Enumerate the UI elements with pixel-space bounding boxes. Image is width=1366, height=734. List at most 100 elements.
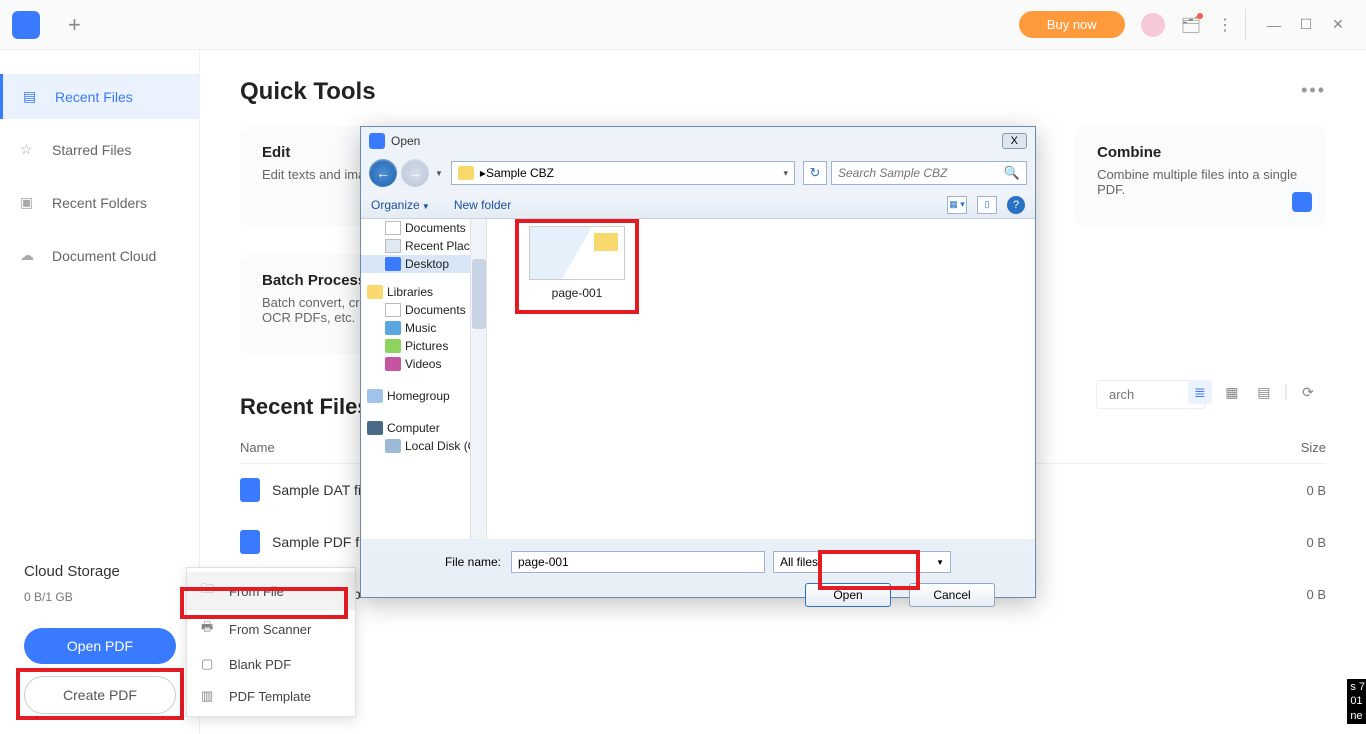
menu-item-label: Blank PDF [229,657,291,672]
cloud-storage-block: Cloud Storage 0 B/1 GB [0,563,199,604]
open-pdf-button[interactable]: Open PDF [24,628,176,664]
card-combine[interactable]: Combine Combine multiple files into a si… [1075,126,1326,226]
desktop-icon [385,257,401,271]
dialog-body: Documents Recent Places Desktop Librarie… [361,219,1035,539]
list-view-icon[interactable]: ≣ [1188,380,1212,404]
corner-debug-text: s 7 01 ne [1347,679,1366,724]
spacer [361,373,486,387]
menu-item-from-scanner[interactable]: 🖶From Scanner [187,610,355,648]
file-size: 0 B [1246,483,1326,498]
refresh-icon[interactable]: ⟳ [1296,380,1320,404]
create-pdf-button[interactable]: Create PDF [24,676,176,714]
dialog-button-row: Open Cancel [381,583,1015,607]
scroll-thumb[interactable] [472,259,486,329]
help-icon[interactable]: ? [1007,196,1025,214]
close-button[interactable]: ✕ [1322,9,1354,41]
tree-item-documents[interactable]: Documents [361,219,486,237]
computer-icon [367,421,383,435]
refresh-button[interactable]: ↻ [803,161,827,185]
nav-history-dropdown[interactable]: ▼ [435,169,443,178]
calendar-view-icon[interactable]: ▤ [1252,380,1276,404]
tree-item-recent-places[interactable]: Recent Places [361,237,486,255]
nav-back-button[interactable]: ← [369,159,397,187]
star-icon: ☆ [20,141,40,158]
menu-item-blank-pdf[interactable]: ▢ Blank PDF [187,648,355,680]
more-dots-icon[interactable]: ••• [1301,80,1326,101]
new-tab-button[interactable]: + [68,12,81,38]
grid-view-icon[interactable]: ▦ [1220,380,1244,404]
file-name-label: File name: [431,555,501,569]
cloud-storage-usage: 0 B/1 GB [24,590,175,604]
documents-icon [385,221,401,235]
preview-pane-button[interactable]: ▯ [977,196,997,214]
open-button[interactable]: Open [805,583,891,607]
tree-item-videos[interactable]: Videos [361,355,486,373]
spacer [361,273,486,283]
tree-item-music[interactable]: Music [361,319,486,337]
sidebar-item-label: Recent Files [55,89,133,105]
sidebar-item-recent-files[interactable]: ▤Recent Files [0,74,199,119]
file-tile[interactable]: page-001 [524,226,630,300]
tree-item-pictures[interactable]: Pictures [361,337,486,355]
card-desc: Combine multiple files into a single PDF… [1097,167,1304,197]
dialog-app-icon [369,133,385,149]
tree-item-desktop[interactable]: Desktop [361,255,486,273]
cloud-storage-title: Cloud Storage [24,563,175,580]
file-tile-label: page-001 [524,286,630,300]
quick-tools-title: Quick Tools [240,78,1326,106]
tree-item-homegroup[interactable]: Homegroup [361,387,486,405]
organize-button[interactable]: Organize [371,198,430,212]
file-name-input[interactable] [511,551,765,573]
maximize-button[interactable]: ☐ [1290,9,1322,41]
notification-icon[interactable]: 🗂 [1181,15,1201,35]
dialog-search-bar[interactable]: 🔍 [831,161,1027,185]
size-column-header: Size [1246,440,1326,455]
blank-page-icon: ▢ [201,656,219,672]
tree-label: Computer [387,421,440,435]
menu-item-pdf-template[interactable]: ▥PDF Template [187,680,355,712]
disk-icon [385,439,401,453]
card-title: Combine [1097,144,1304,161]
menu-item-from-file[interactable]: 🗀From File [187,572,355,610]
new-folder-button[interactable]: New folder [454,198,511,212]
tree-scrollbar[interactable] [470,219,486,539]
tree-label: Music [405,321,436,335]
tree-label: Homegroup [387,389,450,403]
minimize-button[interactable]: — [1258,9,1290,41]
tree-item-local-disk[interactable]: Local Disk (C: [361,437,486,455]
dialog-close-button[interactable]: X [1002,133,1027,149]
folder-outline-icon: 🗀 [201,580,219,602]
videos-icon [385,357,401,371]
template-icon: ▥ [201,688,219,704]
sidebar-item-starred-files[interactable]: ☆Starred Files [0,127,199,172]
file-type-filter[interactable]: All files [773,551,951,573]
app-logo-icon [12,11,40,39]
breadcrumb-dropdown[interactable]: ▾ [783,168,788,179]
breadcrumb-bar[interactable]: ▸ Sample CBZ ▾ [451,161,795,185]
view-mode-button[interactable]: ▦ ▾ [947,196,967,214]
cancel-button[interactable]: Cancel [909,583,995,607]
toolbar-right-icons: ▦ ▾ ▯ ? [947,196,1025,214]
more-icon[interactable]: ⋮ [1217,15,1233,35]
sidebar-item-document-cloud[interactable]: ☁ Document Cloud [0,233,199,278]
open-file-dialog: Open X ← → ▼ ▸ Sample CBZ ▾ ↻ 🔍 Organize… [360,126,1036,598]
tree-item-lib-documents[interactable]: Documents [361,301,486,319]
dialog-title-bar: Open X [361,127,1035,155]
tree-label: Documents [405,221,466,235]
tree-label: Libraries [387,285,433,299]
sidebar-item-label: Document Cloud [52,248,156,264]
dialog-search-input[interactable] [838,166,1004,180]
nav-forward-button[interactable]: → [401,159,429,187]
file-thumbnail [529,226,625,280]
tree-item-libraries[interactable]: Libraries [361,283,486,301]
buy-now-button[interactable]: Buy now [1019,11,1125,38]
avatar[interactable] [1141,13,1165,37]
sidebar-item-recent-folders[interactable]: ▣Recent Folders [0,180,199,225]
cloud-icon: ☁ [20,247,40,264]
notification-dot [1197,13,1203,19]
tree-item-computer[interactable]: Computer [361,419,486,437]
folder-icon [458,166,474,180]
search-icon: 🔍 [1004,165,1020,181]
libraries-icon [367,285,383,299]
divider: | [1284,383,1288,401]
